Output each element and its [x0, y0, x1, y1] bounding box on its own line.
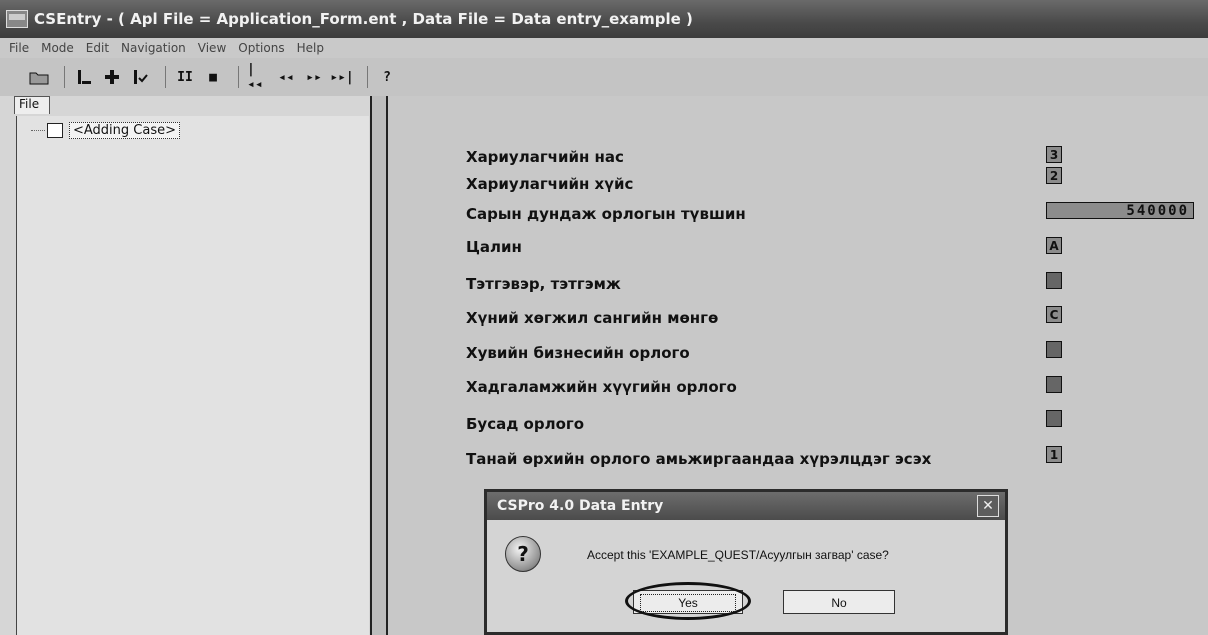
menu-file[interactable]: File — [9, 41, 29, 55]
field-input-pension[interactable] — [1046, 272, 1062, 289]
title-bar: CSEntry - ( Apl File = Application_Form.… — [0, 0, 1208, 38]
confirm-dialog: CSPro 4.0 Data Entry ✕ ? Accept this 'EX… — [484, 489, 1008, 635]
field-label-business-income: Хувийн бизнесийн орлого — [466, 344, 690, 362]
field-input-income-sufficiency[interactable]: 1 — [1046, 446, 1062, 463]
next-icon[interactable]: ▸▸ — [303, 66, 325, 88]
menu-edit[interactable]: Edit — [86, 41, 109, 55]
insert-node-icon[interactable] — [101, 66, 123, 88]
field-label-income-sufficiency: Танай өрхийн орлого амьжиргаандаа хүрэлц… — [466, 450, 932, 468]
field-input-sex[interactable]: 2 — [1046, 167, 1062, 184]
case-label: <Adding Case> — [69, 122, 181, 139]
dialog-message: Accept this 'EXAMPLE_QUEST/Асуулгын загв… — [587, 548, 889, 562]
question-icon: ? — [505, 536, 541, 572]
toolbar-separator — [165, 66, 166, 88]
app-icon — [6, 10, 28, 28]
checkbox-icon — [47, 123, 63, 138]
field-label-human-dev-fund: Хүний хөгжил сангийн мөнгө — [466, 309, 719, 327]
last-icon[interactable]: ▸▸| — [330, 66, 353, 88]
field-input-human-dev-fund[interactable]: C — [1046, 306, 1062, 323]
field-label-sex: Хариулагчийн хүйс — [466, 175, 634, 193]
no-button[interactable]: No — [783, 590, 895, 614]
field-input-other-income[interactable] — [1046, 410, 1062, 427]
case-tree-pane: File <Adding Case> — [0, 96, 372, 635]
highlight-circle — [625, 582, 751, 620]
toolbar-separator — [238, 66, 239, 88]
tree-connector — [31, 130, 45, 131]
close-icon[interactable]: ✕ — [977, 495, 999, 517]
pause-icon[interactable]: II — [174, 66, 196, 88]
field-label-other-income: Бусад орлого — [466, 415, 585, 433]
prev-icon[interactable]: ◂◂ — [275, 66, 297, 88]
field-input-income-level[interactable]: 540000 — [1046, 202, 1194, 219]
case-tree: <Adding Case> — [16, 116, 369, 635]
help-icon[interactable]: ? — [376, 66, 398, 88]
toolbar: II ■ |◂◂ ◂◂ ▸▸ ▸▸| ? — [0, 58, 1208, 96]
tab-file[interactable]: File — [14, 96, 50, 114]
menu-navigation[interactable]: Navigation — [121, 41, 186, 55]
field-label-pension: Тэтгэвэр, тэтгэмж — [466, 275, 621, 293]
window-title: CSEntry - ( Apl File = Application_Form.… — [34, 10, 693, 28]
add-case-icon[interactable] — [73, 66, 95, 88]
dialog-title: CSPro 4.0 Data Entry — [497, 498, 664, 514]
menu-help[interactable]: Help — [297, 41, 324, 55]
field-label-age: Хариулагчийн нас — [466, 148, 624, 166]
field-label-income-level: Сарын дундаж орлогын түвшин — [466, 205, 746, 223]
field-label-interest-income: Хадгаламжийн хүүгийн орлого — [466, 378, 737, 396]
open-folder-icon[interactable] — [28, 66, 50, 88]
field-input-interest-income[interactable] — [1046, 376, 1062, 393]
field-label-salary: Цалин — [466, 238, 522, 256]
field-input-business-income[interactable] — [1046, 341, 1062, 358]
stop-icon[interactable]: ■ — [202, 66, 224, 88]
first-icon[interactable]: |◂◂ — [247, 62, 269, 92]
toolbar-separator — [64, 66, 65, 88]
field-input-salary[interactable]: A — [1046, 237, 1062, 254]
dialog-title-bar: CSPro 4.0 Data Entry ✕ — [487, 492, 1005, 520]
menu-mode[interactable]: Mode — [41, 41, 74, 55]
modify-case-icon[interactable] — [129, 66, 151, 88]
menu-view[interactable]: View — [198, 41, 226, 55]
toolbar-separator — [367, 66, 368, 88]
tree-item-adding-case[interactable]: <Adding Case> — [31, 122, 181, 139]
menu-bar: File Mode Edit Navigation View Options H… — [0, 38, 1208, 58]
menu-options[interactable]: Options — [238, 41, 284, 55]
field-input-age[interactable]: 3 — [1046, 146, 1062, 163]
